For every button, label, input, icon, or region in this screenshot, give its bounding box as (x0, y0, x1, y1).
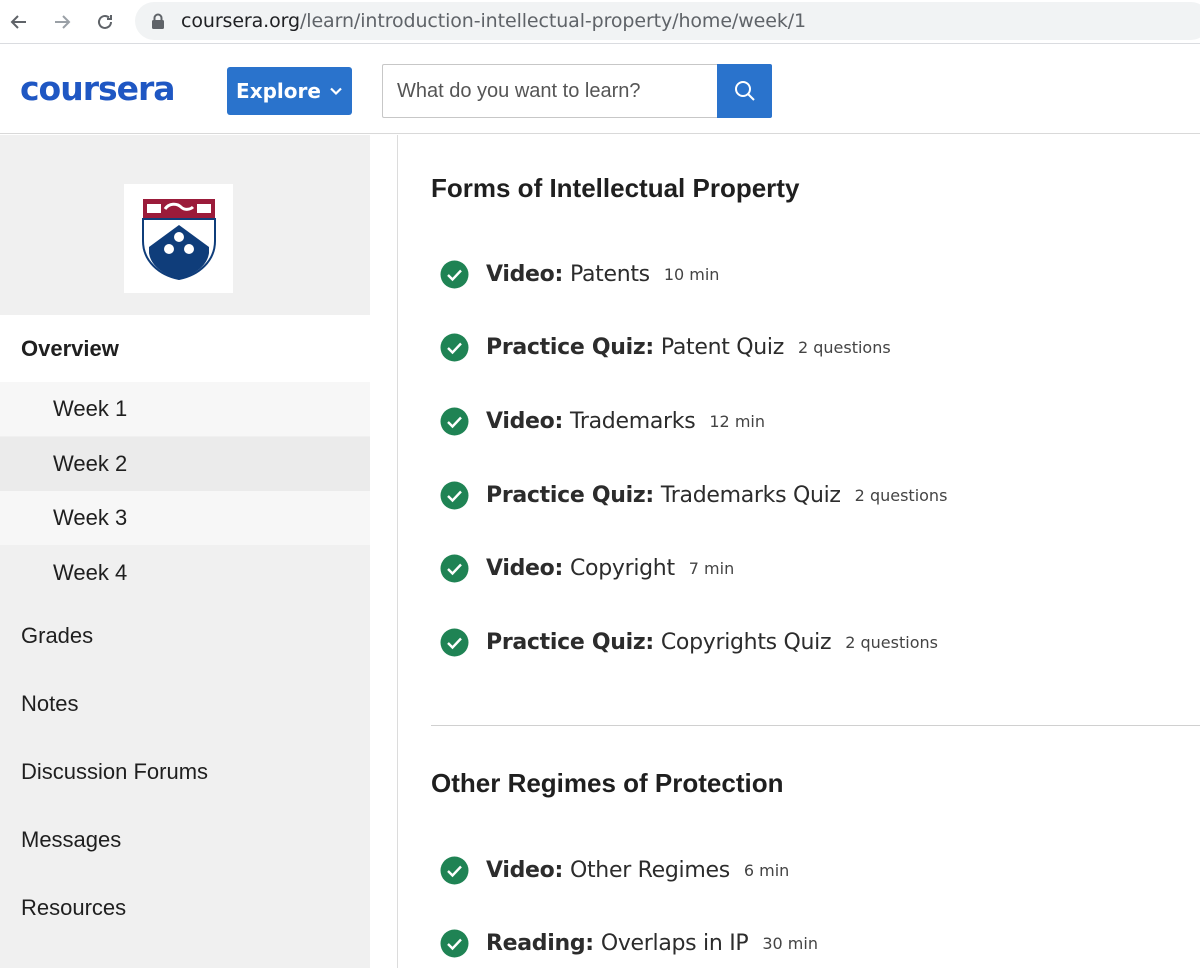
search-button[interactable] (717, 64, 772, 118)
check-circle-icon (440, 333, 469, 361)
lesson-type: Video: (486, 555, 563, 581)
check-circle-icon (440, 856, 469, 884)
search-input[interactable] (382, 64, 718, 118)
url-path: /learn/introduction-intellectual-propert… (299, 10, 807, 32)
lesson-name: Trademarks (569, 408, 696, 434)
lesson-item[interactable]: Video: Patents 10 min (440, 259, 719, 289)
lesson-type: Practice Quiz: (486, 482, 654, 508)
lesson-type: Video: (486, 261, 563, 287)
lesson-item[interactable]: Practice Quiz: Trademarks Quiz 2 questio… (440, 480, 947, 510)
forward-button[interactable] (47, 7, 77, 37)
lesson-name: Trademarks Quiz (660, 482, 841, 508)
search-icon (734, 81, 755, 101)
section-title: Other Regimes of Protection (431, 768, 784, 798)
sidebar-item-overview[interactable]: Overview (0, 315, 370, 382)
back-button[interactable] (4, 7, 34, 37)
browser-toolbar: coursera.org/learn/introduction-intellec… (0, 0, 1200, 44)
lesson-name: Other Regimes (569, 857, 730, 883)
sidebar-item-grades[interactable]: Grades (0, 601, 370, 671)
lesson-duration: 2 questions (797, 337, 891, 357)
lesson-name: Copyrights Quiz (660, 629, 832, 655)
lesson-type: Video: (486, 857, 563, 883)
check-circle-icon (440, 554, 469, 582)
arrow-left-icon (10, 15, 26, 29)
lesson-type: Reading: (486, 930, 594, 956)
course-sidebar: Overview Week 1 Week 2 Week 3 Week 4 Gra… (0, 135, 370, 968)
lesson-type: Practice Quiz: (486, 334, 654, 360)
lesson-item[interactable]: Practice Quiz: Patent Quiz 2 questions (440, 332, 891, 362)
lesson-item[interactable]: Video: Copyright 7 min (440, 553, 734, 583)
lesson-item[interactable]: Video: Trademarks 12 min (440, 406, 765, 436)
check-circle-icon (440, 929, 469, 957)
sidebar-item-notes[interactable]: Notes (0, 669, 370, 739)
sidebar-item-week-1[interactable]: Week 1 (0, 382, 370, 436)
university-shield-icon (141, 198, 216, 280)
site-header: coursera Explore (0, 45, 1200, 134)
lesson-item[interactable]: Video: Other Regimes 6 min (440, 855, 789, 885)
sidebar-item-week-2[interactable]: Week 2 (0, 437, 370, 491)
lock-icon (152, 13, 164, 29)
section-title: Forms of Intellectual Property (431, 173, 800, 203)
lesson-duration: 30 min (762, 933, 818, 953)
sidebar-item-resources[interactable]: Resources (0, 873, 370, 943)
reload-icon (98, 14, 112, 29)
section-divider (431, 725, 1200, 726)
check-circle-icon (440, 260, 469, 288)
arrow-right-icon (55, 15, 71, 29)
lesson-duration: 12 min (709, 411, 765, 431)
reload-button[interactable] (90, 7, 120, 37)
sidebar-item-week-3[interactable]: Week 3 (0, 491, 370, 545)
chevron-down-icon (330, 87, 342, 96)
check-circle-icon (440, 407, 469, 435)
sidebar-item-week-4[interactable]: Week 4 (0, 546, 370, 600)
lesson-duration: 7 min (688, 558, 735, 578)
lesson-duration: 10 min (663, 264, 720, 284)
lesson-duration: 2 questions (845, 632, 938, 652)
explore-label: Explore (236, 79, 321, 103)
lesson-type: Video: (486, 408, 563, 434)
lesson-item[interactable]: Practice Quiz: Copyrights Quiz 2 questio… (440, 627, 938, 657)
lesson-type: Practice Quiz: (486, 629, 654, 655)
lesson-item[interactable]: Reading: Overlaps in IP 30 min (440, 928, 818, 958)
content-divider (397, 135, 398, 968)
coursera-logo[interactable]: coursera (20, 69, 176, 108)
url-domain: coursera.org (181, 10, 300, 32)
lesson-name: Patent Quiz (660, 334, 784, 360)
lesson-duration: 6 min (743, 860, 790, 880)
lesson-duration: 2 questions (854, 485, 948, 505)
sidebar-item-discussion-forums[interactable]: Discussion Forums (0, 737, 370, 807)
check-circle-icon (440, 628, 469, 656)
lesson-name: Patents (569, 261, 650, 287)
lesson-name: Overlaps in IP (600, 930, 749, 956)
check-circle-icon (440, 481, 469, 509)
url-text: coursera.org/learn/introduction-intellec… (181, 10, 806, 32)
explore-button[interactable]: Explore (227, 67, 352, 115)
lesson-name: Copyright (569, 555, 675, 581)
address-bar[interactable]: coursera.org/learn/introduction-intellec… (135, 2, 1200, 40)
university-crest (124, 184, 233, 293)
sidebar-item-messages[interactable]: Messages (0, 805, 370, 875)
